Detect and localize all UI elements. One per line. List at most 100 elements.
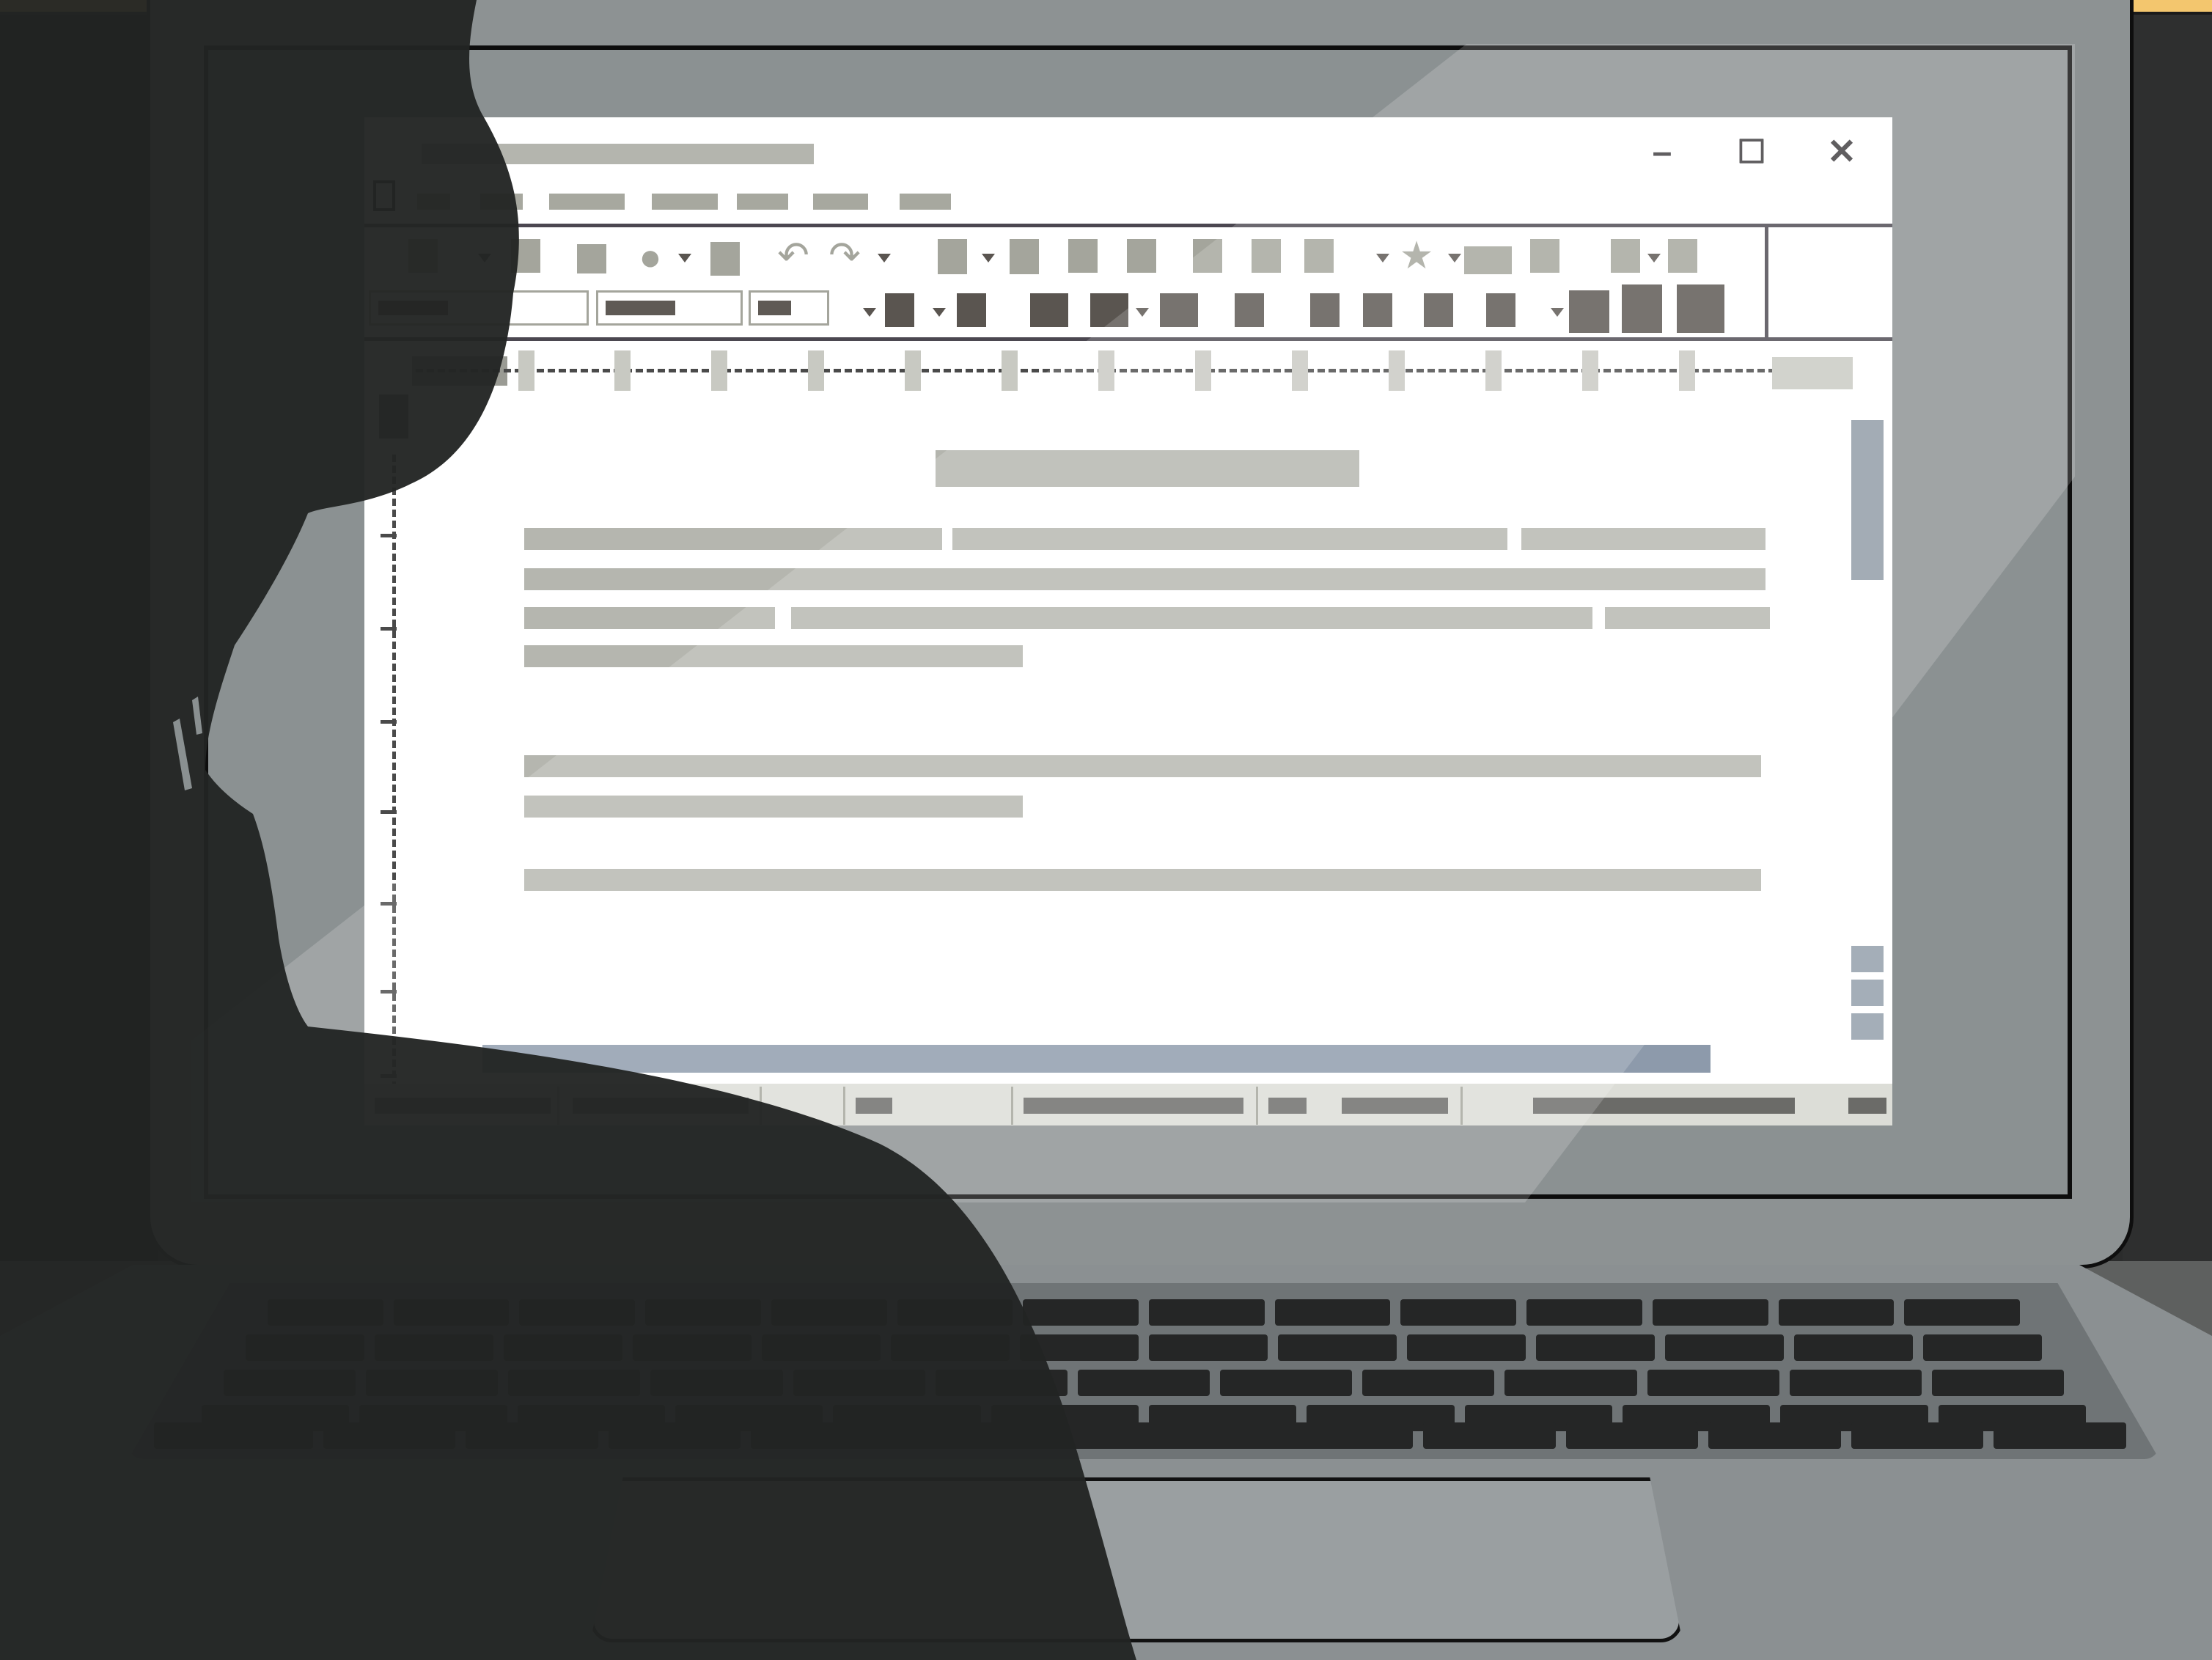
- ruler-tick[interactable]: [518, 350, 534, 391]
- text-line: [524, 796, 1023, 818]
- dropdown-arrow-icon[interactable]: [878, 254, 891, 262]
- font-size-field[interactable]: [749, 290, 829, 326]
- ruler-tick[interactable]: [1389, 350, 1405, 391]
- keyboard-bottom-row: [154, 1422, 2126, 1452]
- ruler-tick[interactable]: [1002, 350, 1018, 391]
- status-segment[interactable]: [1261, 1087, 1463, 1125]
- ruler-tick[interactable]: [808, 350, 824, 391]
- vertical-ruler-tick: [381, 902, 397, 906]
- format-button-3[interactable]: [1030, 293, 1068, 327]
- text-line: [1605, 607, 1770, 629]
- menu-item-5[interactable]: [737, 194, 788, 210]
- dropdown-arrow-icon[interactable]: [1376, 254, 1389, 262]
- circle-tool-icon[interactable]: ●: [632, 238, 669, 276]
- format-button-7[interactable]: [1310, 293, 1340, 327]
- format-button-10[interactable]: [1486, 293, 1515, 327]
- format-button-9[interactable]: [1424, 293, 1453, 327]
- touchpad[interactable]: [590, 1477, 1683, 1642]
- dropdown-arrow-icon[interactable]: [478, 254, 491, 262]
- ruler-tick[interactable]: [1195, 350, 1211, 391]
- dropdown-arrow-icon[interactable]: [1136, 308, 1149, 317]
- dropdown-arrow-icon[interactable]: [1448, 254, 1461, 262]
- rectangle-tool[interactable]: [577, 244, 606, 273]
- ruler-tick[interactable]: [1679, 350, 1695, 391]
- keyboard-row: [224, 1370, 2065, 1396]
- status-segment[interactable]: [562, 1087, 762, 1125]
- ruler-tick[interactable]: [1292, 350, 1308, 391]
- toolbar-button-10[interactable]: [1304, 239, 1334, 273]
- ruler-tick[interactable]: [1485, 350, 1502, 391]
- app-icon[interactable]: [373, 180, 395, 211]
- scroll-nav-button-1[interactable]: [1851, 946, 1884, 972]
- ruler-tick[interactable]: [711, 350, 727, 391]
- toolbar-button-13[interactable]: [1611, 239, 1640, 273]
- dropdown-arrow-icon[interactable]: [1551, 308, 1564, 317]
- app-window: – ☐ ✕ ● ↶ ↷ ★: [364, 117, 1892, 1125]
- toolbar-button-3[interactable]: [710, 242, 740, 276]
- text-line: [524, 568, 1765, 590]
- font-field[interactable]: [596, 290, 743, 326]
- format-button-8[interactable]: [1363, 293, 1392, 327]
- status-segment[interactable]: [848, 1087, 1013, 1125]
- wall-right: [2123, 15, 2212, 1276]
- ruler-tick[interactable]: [614, 350, 631, 391]
- text-line: [524, 869, 1761, 891]
- format-button-4[interactable]: [1090, 293, 1128, 327]
- wall-left: [0, 15, 158, 1276]
- toolbar-button-8[interactable]: [1193, 239, 1222, 273]
- dropdown-arrow-icon[interactable]: [678, 254, 691, 262]
- format-button-6[interactable]: [1235, 293, 1264, 327]
- undo-icon[interactable]: ↶: [775, 237, 812, 275]
- format-button-12[interactable]: [1622, 284, 1662, 333]
- document-heading-placeholder: [936, 450, 1359, 487]
- dropdown-arrow-icon[interactable]: [982, 254, 995, 262]
- status-segment[interactable]: [369, 1087, 559, 1125]
- toolbar-button-2[interactable]: [511, 239, 540, 273]
- redo-icon[interactable]: ↷: [826, 237, 863, 275]
- scroll-nav-button-2[interactable]: [1851, 980, 1884, 1006]
- format-button-11[interactable]: [1569, 290, 1609, 333]
- dropdown-arrow-icon[interactable]: [1647, 254, 1661, 262]
- vertical-ruler-tick: [381, 810, 397, 814]
- style-field[interactable]: [369, 290, 589, 326]
- toolbar-button-7[interactable]: [1127, 239, 1156, 273]
- format-button-13[interactable]: [1677, 284, 1724, 333]
- minimize-button[interactable]: –: [1640, 131, 1684, 175]
- dropdown-arrow-icon[interactable]: [863, 308, 876, 317]
- ruler-tick[interactable]: [1098, 350, 1114, 391]
- vertical-ruler-marker[interactable]: [379, 394, 408, 438]
- ruler-tick[interactable]: [905, 350, 921, 391]
- horizontal-scrollbar-thumb[interactable]: [482, 1045, 1711, 1073]
- scroll-nav-button-3[interactable]: [1851, 1013, 1884, 1040]
- toolbar-button-11[interactable]: [1464, 246, 1512, 274]
- format-button-5[interactable]: [1160, 293, 1198, 327]
- menu-item-6[interactable]: [813, 194, 868, 210]
- vertical-ruler-tick: [381, 1074, 397, 1078]
- menu-item-3[interactable]: [549, 194, 625, 210]
- format-button-1[interactable]: [885, 293, 914, 327]
- vertical-ruler: [392, 455, 396, 1125]
- dropdown-arrow-icon[interactable]: [933, 308, 946, 317]
- keyboard-row: [246, 1334, 2042, 1361]
- toolbar-button-12[interactable]: [1530, 239, 1559, 273]
- toolbar-button-5[interactable]: [1010, 239, 1039, 274]
- format-button-2[interactable]: [957, 293, 986, 327]
- toolbar-button-4[interactable]: [938, 239, 967, 274]
- toolbar-button-6[interactable]: [1068, 239, 1098, 273]
- status-segment[interactable]: [1016, 1087, 1258, 1125]
- menu-item-1[interactable]: [417, 194, 450, 210]
- menu-item-2[interactable]: [480, 194, 523, 210]
- toolbar-button-1[interactable]: [408, 239, 438, 273]
- star-icon[interactable]: ★: [1398, 237, 1435, 275]
- vertical-scrollbar-thumb[interactable]: [1851, 420, 1884, 580]
- maximize-button[interactable]: ☐: [1730, 131, 1774, 175]
- menu-item-7[interactable]: [900, 194, 951, 210]
- menu-item-4[interactable]: [652, 194, 718, 210]
- status-segment[interactable]: [1466, 1087, 1892, 1125]
- toolbar-button-14[interactable]: [1668, 239, 1697, 273]
- status-segment[interactable]: [765, 1087, 845, 1125]
- ruler-tick[interactable]: [1582, 350, 1598, 391]
- close-button[interactable]: ✕: [1820, 131, 1864, 175]
- ruler-end-box[interactable]: [1772, 357, 1853, 389]
- toolbar-button-9[interactable]: [1252, 239, 1281, 273]
